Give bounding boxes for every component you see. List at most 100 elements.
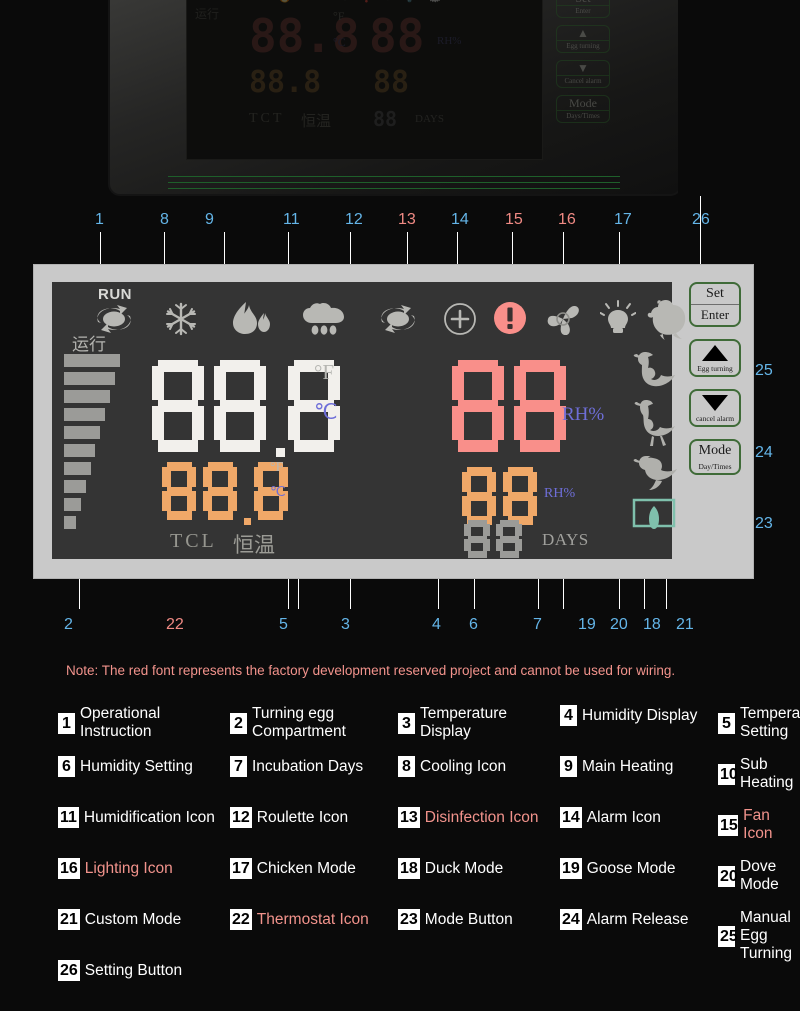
- egg-turning-button[interactable]: Egg turning: [689, 339, 741, 377]
- cancel-alarm-label: cancel alarm: [695, 414, 735, 423]
- callout-number: 3: [341, 616, 350, 633]
- egg-turning-label: Egg turning: [697, 364, 733, 373]
- decimal-point: [276, 448, 285, 457]
- photo-egg-turning-button[interactable]: ▲ Egg turning: [556, 25, 610, 53]
- bar-segment: [64, 516, 76, 529]
- legend-label: Operational Instruction: [80, 705, 161, 740]
- humidity-setting-rh-label: RH%: [544, 486, 576, 501]
- legend-label: Custom Mode: [84, 910, 182, 928]
- legend-label: Turning egg Compartment: [252, 705, 346, 740]
- legend-item: 1 Operational Instruction: [58, 705, 215, 741]
- legend-number: 4: [560, 705, 577, 726]
- humidification-icon: [303, 303, 344, 335]
- photo-thermostat-label: 恒温: [301, 112, 332, 130]
- day-times-label: Day/Times: [698, 462, 732, 471]
- callout-number: 7: [533, 616, 542, 633]
- callout-number: 9: [205, 211, 214, 228]
- callout-line: [350, 232, 351, 266]
- legend-row: 1 Operational Instruction 2 Turning egg Com…: [58, 705, 800, 749]
- cooling-icon: [166, 302, 196, 336]
- legend-item: 12 Roulette Icon: [230, 807, 348, 828]
- callout-line: [563, 577, 564, 609]
- photo-cn-run: 运行: [195, 7, 220, 21]
- photo-humidity-display: 88: [369, 9, 425, 63]
- legend-label: Humidity Setting: [80, 757, 193, 775]
- legend-item: 20 Dove Mode: [718, 858, 798, 894]
- run-icon: ⟳: [239, 0, 249, 3]
- goose-mode-icon: [634, 400, 675, 446]
- seven-seg-digit: [514, 360, 566, 452]
- lighting-icon: [600, 300, 636, 333]
- photo-set-enter-button[interactable]: Set Enter: [556, 0, 610, 18]
- legend-label: Lighting Icon: [84, 859, 173, 877]
- photo-unit-f: °F: [333, 9, 345, 23]
- legend-number: 5: [718, 712, 735, 734]
- callout-number: 25: [755, 362, 773, 379]
- photo-button-column: Set Enter ▲ Egg turning ▼ Cancel alarm M…: [548, 0, 618, 130]
- bar-segment: [64, 426, 100, 439]
- legend-row: 6 Humidity Setting 7 Incubation Days 8 Coolin…: [58, 756, 798, 800]
- callout-line: [100, 232, 101, 266]
- callout-number: 19: [578, 616, 596, 633]
- legend-number: 9: [560, 756, 577, 777]
- callout-line: [700, 196, 701, 232]
- legend-number: 26: [58, 960, 80, 981]
- controller-diagram-panel: RUN 运行 °F ℃ °F ℃ TCL 恒温 RH% RH% DAYS Set…: [33, 264, 754, 579]
- photo-temp-setting: 88.8: [249, 65, 322, 100]
- legend-item: 17 Chicken Mode: [230, 858, 356, 879]
- legend-item: 13 Disinfection Icon: [398, 807, 539, 828]
- callout-number: 14: [451, 211, 469, 228]
- legend-number: 19: [560, 858, 582, 879]
- legend-number: 16: [58, 858, 80, 879]
- legend-item: 23 Mode Button: [398, 909, 513, 930]
- legend-number: 3: [398, 712, 415, 734]
- callout-number: 2: [64, 616, 73, 633]
- seven-seg-digit: [152, 360, 204, 452]
- callout-line: [538, 577, 539, 609]
- mode-button[interactable]: Mode Day/Times: [689, 439, 741, 475]
- legend-number: 2: [230, 712, 247, 734]
- arrow-up-icon: [702, 345, 728, 361]
- legend-item: 11 Humidification Icon: [58, 807, 215, 828]
- legend-label: Mode Button: [424, 910, 513, 928]
- bar-segment: [64, 462, 91, 475]
- legend-label: Humidification Icon: [83, 808, 215, 826]
- bar-segment: [64, 372, 115, 385]
- temp-unit-c: ℃: [314, 400, 338, 424]
- alarm-icon: ❗: [359, 0, 374, 3]
- set-enter-button[interactable]: Set Enter: [689, 282, 741, 327]
- photo-cancel-alarm-button[interactable]: ▼ Cancel alarm: [556, 60, 610, 88]
- callout-number: 13: [398, 211, 416, 228]
- legend-item: 16 Lighting Icon: [58, 858, 173, 879]
- legend-item: 21 Custom Mode: [58, 909, 181, 930]
- legend-item: 24 Alarm Release: [560, 909, 688, 930]
- bar-segment: [64, 498, 81, 511]
- legend-item: 26 Setting Button: [58, 960, 182, 981]
- custom-mode-icon[interactable]: [632, 494, 678, 536]
- thermostat-icon: 恒温: [233, 533, 275, 557]
- legend-item: 5Temperature Setting: [718, 705, 800, 741]
- callout-number: 8: [160, 211, 169, 228]
- callout-line: [79, 577, 80, 609]
- callout-line: [164, 232, 165, 266]
- legend-number: 25: [718, 925, 738, 947]
- legend-label: Setting Button: [84, 961, 183, 979]
- disinfection-icon: ⊕: [340, 0, 350, 3]
- legend-label: Temperature Display: [420, 705, 508, 740]
- legend-number: 17: [230, 858, 252, 879]
- cancel-alarm-button[interactable]: cancel alarm: [689, 389, 741, 427]
- legend-number: 8: [398, 756, 415, 777]
- callout-number: 21: [676, 616, 694, 633]
- lcd-icon-row: RUN: [52, 282, 686, 344]
- humidity-rh-label: RH%: [562, 404, 605, 425]
- photo-mode-button[interactable]: Mode Days/Times: [556, 95, 610, 123]
- photo-tcl-label: TCT: [249, 111, 285, 126]
- mode-label: Mode: [698, 443, 732, 458]
- legend-item: 18 Duck Mode: [398, 858, 503, 879]
- legend-item: 9 Main Heating: [560, 756, 673, 777]
- legend-label: Main Heating: [582, 757, 674, 775]
- lighting-icon: 💡: [402, 0, 417, 3]
- seven-seg-digit: [162, 462, 196, 520]
- humidification-icon: ☂: [301, 0, 312, 3]
- legend-item: 19 Goose Mode: [560, 858, 676, 879]
